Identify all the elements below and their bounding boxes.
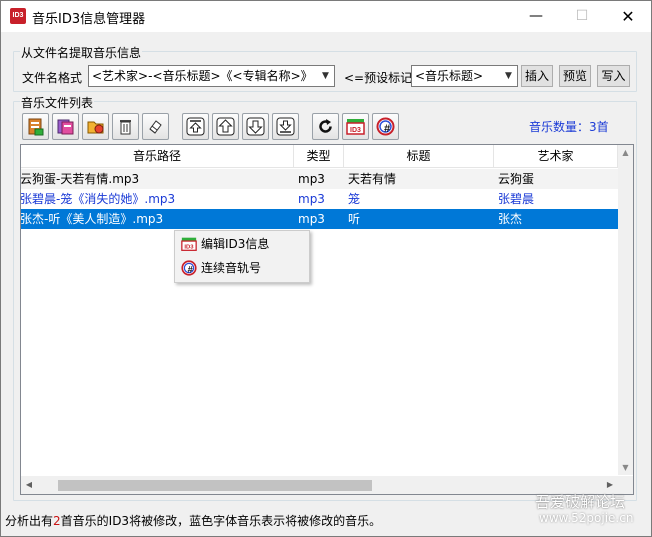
status-suffix: 首音乐的ID3将被修改，蓝色字体音乐表示将被修改的音乐。 <box>60 514 382 528</box>
refresh-button[interactable] <box>312 113 339 140</box>
cell-type: mp3 <box>298 212 325 226</box>
edit-id3-icon: ID3 <box>346 119 365 135</box>
cell-type: mp3 <box>298 192 325 206</box>
format-combobox[interactable]: <艺术家>-<音乐标题>《<专辑名称>》 ▼ <box>88 65 335 87</box>
format-label: 文件名格式 <box>22 71 83 85</box>
move-down-button[interactable] <box>242 113 269 140</box>
preview-button[interactable]: 预览 <box>559 65 591 87</box>
edit-id3-icon: ID3 <box>181 237 197 251</box>
menu-item-label: 编辑ID3信息 <box>201 237 270 251</box>
track-number-button[interactable]: # <box>372 113 399 140</box>
svg-text:#: # <box>384 123 390 135</box>
music-list-legend: 音乐文件列表 <box>20 94 95 111</box>
cell-artist: 云狗蛋 <box>498 172 535 186</box>
refresh-icon <box>319 119 332 133</box>
minimize-button[interactable]: — <box>513 1 559 32</box>
cell-title: 听 <box>348 212 361 226</box>
title-bar[interactable]: ID3 音乐ID3信息管理器 — ☐ ✕ <box>1 1 651 32</box>
move-folder-icon <box>87 121 104 134</box>
move-bottom-icon <box>276 117 295 136</box>
status-count: 2 <box>53 514 61 528</box>
column-header-type[interactable]: 类型 <box>294 145 344 168</box>
table-row-selected[interactable]: \张杰-听《美人制造》.mp3 mp3 听 张杰 <box>21 209 618 229</box>
scroll-up-icon[interactable]: ▲ <box>618 145 633 160</box>
menu-item-edit-id3[interactable]: ID3 编辑ID3信息 <box>177 233 307 255</box>
table-row[interactable]: \张碧晨-笼《消失的她》.mp3 mp3 笼 张碧晨 <box>21 189 618 209</box>
delete-icon <box>120 120 131 135</box>
music-count-label: 音乐数量：3首 <box>529 120 609 134</box>
cell-title: 天若有情 <box>348 172 397 186</box>
move-bottom-button[interactable] <box>272 113 299 140</box>
move-down-icon <box>246 117 265 136</box>
app-icon: ID3 <box>10 8 26 24</box>
list-header: 音乐路径 类型 标题 艺术家 <box>21 145 618 168</box>
move-up-button[interactable] <box>212 113 239 140</box>
menu-item-track-number[interactable]: # 连续音轨号 <box>177 257 307 279</box>
cell-title: 笼 <box>348 192 361 206</box>
svg-text:ID3: ID3 <box>184 245 194 251</box>
cell-artist: 张碧晨 <box>498 192 535 206</box>
cell-path: \张杰-听《美人制造》.mp3 <box>20 212 164 226</box>
move-up-icon <box>216 117 235 136</box>
cell-type: mp3 <box>298 172 325 186</box>
write-button[interactable]: 写入 <box>597 65 630 87</box>
vertical-scrollbar[interactable]: ▲ ▼ <box>618 145 633 475</box>
track-number-icon: # <box>181 260 197 276</box>
music-list-view[interactable]: 音乐路径 类型 标题 艺术家 \云狗蛋-天若有情.mp3 mp3 天若有情 云狗… <box>20 144 634 495</box>
horizontal-scrollbar[interactable]: ◀ ▶ <box>21 476 618 494</box>
cell-artist: 张杰 <box>498 212 523 226</box>
format-value: <艺术家>-<音乐标题>《<专辑名称>》 <box>92 69 313 83</box>
column-header-path[interactable]: 音乐路径 <box>21 145 294 168</box>
add-folder-icon <box>57 119 74 135</box>
main-window: ID3 音乐ID3信息管理器 — ☐ ✕ 从文件名提取音乐信息 文件名格式 <艺… <box>0 0 652 537</box>
preset-combobox[interactable]: <音乐标题> ▼ <box>411 65 518 87</box>
track-number-icon: # <box>376 117 395 136</box>
clear-button[interactable] <box>142 113 169 140</box>
cell-path: \张碧晨-笼《消失的她》.mp3 <box>20 192 176 206</box>
watermark-url: www.52pojie.cn <box>539 511 634 525</box>
cell-path: \云狗蛋-天若有情.mp3 <box>20 172 140 186</box>
clear-icon <box>149 120 162 134</box>
move-top-icon <box>186 117 205 136</box>
add-files-button[interactable] <box>22 113 49 140</box>
column-header-artist[interactable]: 艺术家 <box>494 145 618 168</box>
context-menu: ID3 编辑ID3信息 # 连续音轨号 <box>174 230 310 283</box>
maximize-button[interactable]: ☐ <box>559 1 605 32</box>
extract-group-legend: 从文件名提取音乐信息 <box>20 44 143 61</box>
edit-id3-button[interactable]: ID3 <box>342 113 369 140</box>
delete-button[interactable] <box>112 113 139 140</box>
scroll-down-icon[interactable]: ▼ <box>618 460 633 475</box>
preset-label: <=预设标记 <box>344 71 413 85</box>
window-title: 音乐ID3信息管理器 <box>32 12 146 27</box>
status-text: 分析出有2首音乐的ID3将被修改，蓝色字体音乐表示将被修改的音乐。 <box>5 512 381 529</box>
svg-text:ID3: ID3 <box>350 127 361 134</box>
column-header-title[interactable]: 标题 <box>344 145 494 168</box>
add-folder-button[interactable] <box>52 113 79 140</box>
horizontal-scroll-thumb[interactable] <box>58 480 372 491</box>
add-files-icon <box>28 118 44 136</box>
status-prefix: 分析出有 <box>5 514 54 528</box>
move-folder-button[interactable] <box>82 113 109 140</box>
svg-text:#: # <box>188 265 193 275</box>
menu-item-label: 连续音轨号 <box>201 261 262 275</box>
preset-value: <音乐标题> <box>415 69 484 83</box>
table-row[interactable]: \云狗蛋-天若有情.mp3 mp3 天若有情 云狗蛋 <box>21 169 618 189</box>
move-top-button[interactable] <box>182 113 209 140</box>
scroll-left-icon[interactable]: ◀ <box>21 476 37 494</box>
insert-button[interactable]: 插入 <box>521 65 553 87</box>
close-button[interactable]: ✕ <box>605 1 651 32</box>
chevron-down-icon[interactable]: ▼ <box>500 66 517 86</box>
chevron-down-icon[interactable]: ▼ <box>317 66 334 86</box>
watermark-title: 吾爱破解论坛 <box>535 493 626 511</box>
